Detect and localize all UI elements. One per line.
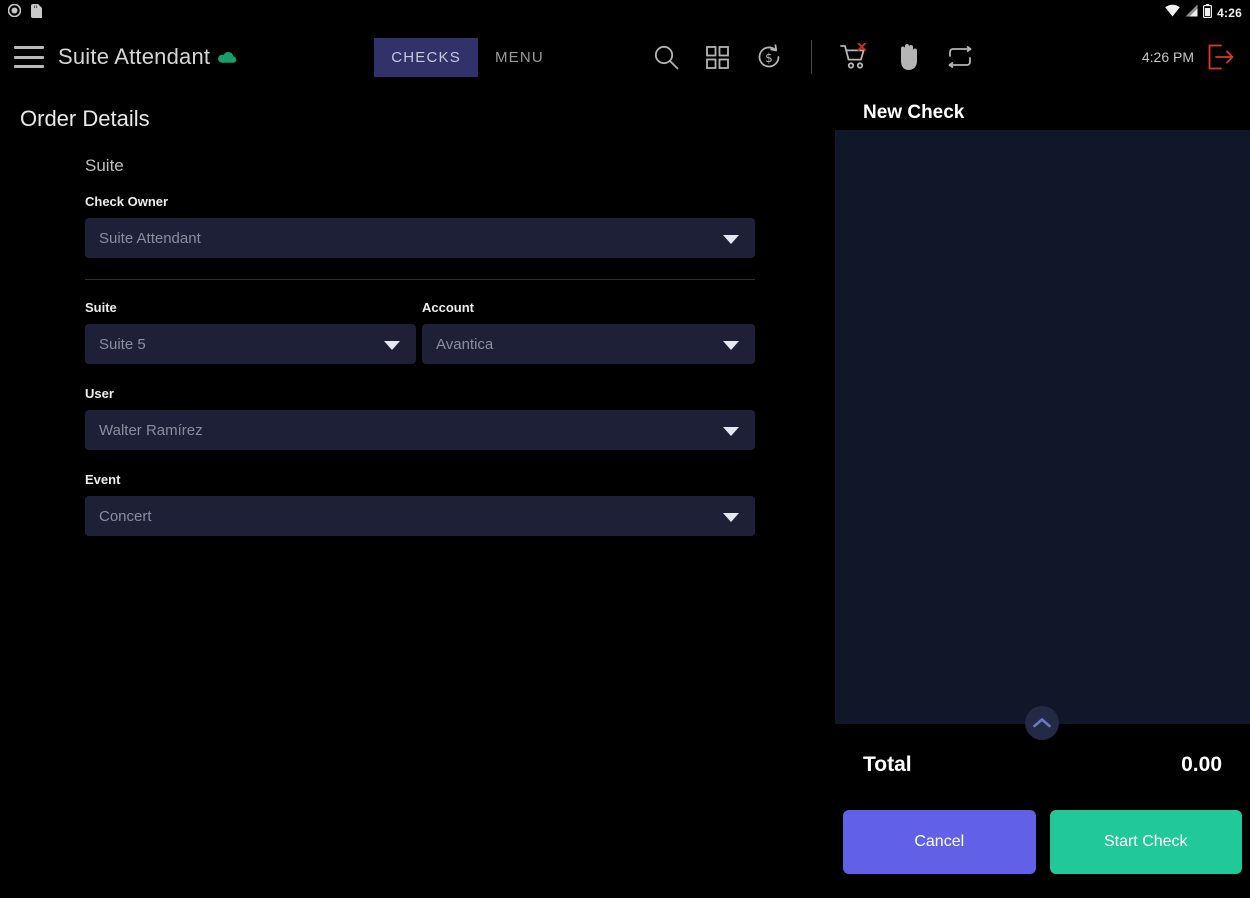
field-check-owner: Check Owner Suite Attendant <box>85 194 755 258</box>
suite-select[interactable]: Suite 5 <box>85 324 416 364</box>
status-bar-right-icons: 4:26 <box>1165 4 1242 23</box>
field-label-user: User <box>85 386 755 401</box>
repeat-icon[interactable] <box>946 46 974 68</box>
total-value: 0.00 <box>1181 753 1222 777</box>
check-panel-title: New Check <box>863 102 1250 124</box>
check-owner-value: Suite Attendant <box>99 230 201 247</box>
form-divider <box>85 279 755 280</box>
field-account: Account Avantica <box>422 300 755 364</box>
user-value: Walter Ramírez <box>99 422 203 439</box>
tab-menu[interactable]: MENU <box>478 38 561 77</box>
field-row-suite-account: Suite Suite 5 Account Avantica <box>85 300 755 364</box>
account-value: Avantica <box>436 336 493 353</box>
check-items-list[interactable] <box>835 130 1250 724</box>
page-title: Order Details <box>20 106 835 132</box>
tab-checks[interactable]: CHECKS <box>374 38 478 77</box>
svg-text:$: $ <box>765 51 773 65</box>
field-user: User Walter Ramírez <box>85 386 755 450</box>
sd-card-icon <box>31 4 42 23</box>
record-circle-icon <box>8 4 21 22</box>
wifi-icon <box>1165 4 1180 22</box>
spacer <box>85 450 755 472</box>
logout-icon[interactable] <box>1208 44 1234 70</box>
section-title-suite: Suite <box>85 156 755 176</box>
event-select[interactable]: Concert <box>85 496 755 536</box>
app-bar-actions: $ <box>653 40 974 74</box>
hold-hand-icon[interactable] <box>896 43 920 71</box>
chevron-up-icon[interactable] <box>1025 706 1059 740</box>
chevron-down-icon <box>384 341 400 350</box>
chevron-down-icon <box>723 513 739 522</box>
refund-dollar-icon[interactable]: $ <box>755 43 783 71</box>
grid-apps-icon[interactable] <box>706 46 729 69</box>
field-label-account: Account <box>422 300 755 315</box>
app-bar-right: 4:26 PM <box>1142 44 1250 70</box>
cloud-sync-icon <box>218 51 237 64</box>
order-details-pane: Order Details Suite Check Owner Suite At… <box>0 88 835 898</box>
app-bar-time: 4:26 PM <box>1142 49 1194 65</box>
app-title: Suite Attendant <box>58 44 210 70</box>
field-event: Event Concert <box>85 472 755 536</box>
total-label: Total <box>863 753 912 777</box>
cancel-button[interactable]: Cancel <box>843 810 1036 874</box>
app-bar: Suite Attendant CHECKS MENU $ 4:26 PM <box>0 26 1250 88</box>
suite-value: Suite 5 <box>99 336 146 353</box>
chevron-down-icon <box>723 341 739 350</box>
account-select[interactable]: Avantica <box>422 324 755 364</box>
check-owner-select[interactable]: Suite Attendant <box>85 218 755 258</box>
status-bar-time: 4:26 <box>1217 6 1242 20</box>
spacer <box>85 364 755 386</box>
action-divider <box>811 40 812 74</box>
android-status-bar: 4:26 <box>0 0 1250 26</box>
check-action-buttons: Cancel Start Check <box>835 810 1250 874</box>
cell-signal-icon <box>1185 4 1198 22</box>
field-label-check-owner: Check Owner <box>85 194 755 209</box>
total-row: Total 0.00 <box>835 753 1250 777</box>
order-details-form: Suite Check Owner Suite Attendant Suite … <box>85 156 755 536</box>
battery-icon <box>1203 4 1212 23</box>
chevron-down-icon <box>723 427 739 436</box>
field-label-event: Event <box>85 472 755 487</box>
tab-bar: CHECKS MENU <box>374 38 561 77</box>
status-bar-left-icons <box>8 4 42 23</box>
hamburger-menu-icon[interactable] <box>14 46 44 68</box>
check-pane: New Check Total 0.00 Cancel Start Check <box>835 88 1250 898</box>
field-suite: Suite Suite 5 <box>85 300 416 364</box>
chevron-down-icon <box>723 235 739 244</box>
void-cart-icon[interactable] <box>840 43 870 71</box>
event-value: Concert <box>99 508 152 525</box>
start-check-button[interactable]: Start Check <box>1050 810 1243 874</box>
user-select[interactable]: Walter Ramírez <box>85 410 755 450</box>
field-label-suite: Suite <box>85 300 416 315</box>
search-icon[interactable] <box>653 44 680 71</box>
